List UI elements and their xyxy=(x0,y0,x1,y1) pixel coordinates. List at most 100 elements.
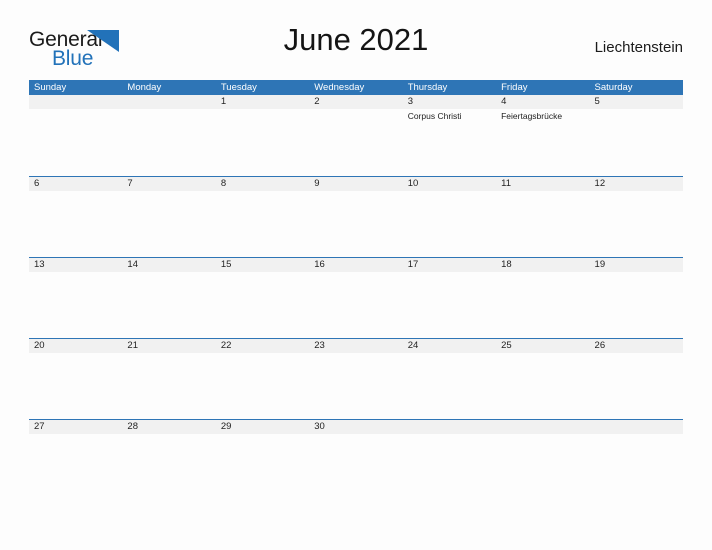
day-number-empty xyxy=(496,420,589,434)
day-number[interactable]: 12 xyxy=(590,177,683,191)
day-number[interactable]: 4 xyxy=(496,95,589,109)
day-events-row xyxy=(29,272,683,338)
day-cell[interactable] xyxy=(309,191,402,257)
weekday-header-tuesday: Tuesday xyxy=(220,82,257,93)
day-cell[interactable] xyxy=(403,272,496,338)
day-cell[interactable] xyxy=(216,191,309,257)
day-number-empty xyxy=(403,420,496,434)
day-number-band: 27 28 29 30 xyxy=(29,420,683,434)
country-label: Liechtenstein xyxy=(594,39,683,56)
day-number-band: 6 7 8 9 10 11 12 xyxy=(29,177,683,191)
day-cell[interactable] xyxy=(122,434,215,500)
day-number[interactable]: 2 xyxy=(309,95,402,109)
weekday-header-sunday: Sunday xyxy=(34,82,67,93)
day-cell[interactable] xyxy=(590,272,683,338)
weekday-header-friday: Friday xyxy=(501,82,528,93)
day-events-row: Corpus Christi Feiertagsbrücke xyxy=(29,109,683,175)
weekday-header-wednesday: Wednesday xyxy=(314,82,365,93)
day-number-empty xyxy=(29,95,122,109)
day-cell[interactable] xyxy=(309,434,402,500)
day-cell[interactable] xyxy=(496,353,589,419)
page-header: General Blue June 2021 Liechtenstein xyxy=(0,22,712,72)
calendar-week-row: 13 14 15 16 17 18 19 xyxy=(29,257,683,338)
day-cell[interactable]: Corpus Christi xyxy=(403,109,496,175)
day-events-row xyxy=(29,434,683,500)
day-number[interactable]: 26 xyxy=(590,339,683,353)
day-events-row xyxy=(29,353,683,419)
calendar-grid: Sunday Monday Tuesday Wednesday Thursday Frid… xyxy=(29,80,683,500)
holiday-label: Feiertagsbrücke xyxy=(501,111,563,121)
day-number[interactable]: 27 xyxy=(29,420,122,434)
weekday-header-monday: Monday xyxy=(127,82,162,93)
day-number[interactable]: 23 xyxy=(309,339,402,353)
day-number[interactable]: 10 xyxy=(403,177,496,191)
day-number[interactable]: 25 xyxy=(496,339,589,353)
day-number[interactable]: 3 xyxy=(403,95,496,109)
weekday-header-row: Sunday Monday Tuesday Wednesday Thursday Frid… xyxy=(29,80,683,95)
day-cell[interactable] xyxy=(122,353,215,419)
weekday-header-saturday: Saturday xyxy=(594,82,633,93)
day-cell[interactable] xyxy=(216,434,309,500)
calendar-week-row: 27 28 29 30 xyxy=(29,419,683,500)
day-cell xyxy=(403,434,496,500)
day-number[interactable]: 21 xyxy=(122,339,215,353)
day-cell[interactable] xyxy=(216,272,309,338)
day-number[interactable]: 28 xyxy=(122,420,215,434)
calendar-weeks: 1 2 3 4 5 Corpus Christi Feiertagsbrücke 6 7 8 9 10… xyxy=(29,95,683,500)
day-cell[interactable] xyxy=(496,272,589,338)
day-cell xyxy=(122,109,215,175)
day-number[interactable]: 9 xyxy=(309,177,402,191)
day-number[interactable]: 6 xyxy=(29,177,122,191)
day-cell xyxy=(496,434,589,500)
day-number[interactable]: 11 xyxy=(496,177,589,191)
day-cell xyxy=(590,434,683,500)
day-cell[interactable] xyxy=(29,353,122,419)
day-number[interactable]: 20 xyxy=(29,339,122,353)
weekday-header-thursday: Thursday xyxy=(407,82,448,93)
day-cell[interactable] xyxy=(590,191,683,257)
day-cell[interactable] xyxy=(309,272,402,338)
day-number[interactable]: 22 xyxy=(216,339,309,353)
day-cell[interactable] xyxy=(122,191,215,257)
day-number[interactable]: 29 xyxy=(216,420,309,434)
day-number[interactable]: 1 xyxy=(216,95,309,109)
day-cell[interactable] xyxy=(29,191,122,257)
day-cell[interactable] xyxy=(122,272,215,338)
day-number-band: 20 21 22 23 24 25 26 xyxy=(29,339,683,353)
holiday-label: Corpus Christi xyxy=(407,111,462,121)
day-cell[interactable]: Feiertagsbrücke xyxy=(496,109,589,175)
day-number-empty xyxy=(122,95,215,109)
day-cell[interactable] xyxy=(496,191,589,257)
day-cell[interactable] xyxy=(403,353,496,419)
day-number[interactable]: 16 xyxy=(309,258,402,272)
day-cell xyxy=(29,109,122,175)
day-cell[interactable] xyxy=(216,353,309,419)
day-number[interactable]: 18 xyxy=(496,258,589,272)
day-cell[interactable] xyxy=(590,109,683,175)
day-number[interactable]: 14 xyxy=(122,258,215,272)
day-cell[interactable] xyxy=(29,272,122,338)
day-cell[interactable] xyxy=(590,353,683,419)
day-number-empty xyxy=(590,420,683,434)
calendar-week-row: 6 7 8 9 10 11 12 xyxy=(29,176,683,257)
day-number-band: 12345 xyxy=(29,95,683,109)
day-number[interactable]: 19 xyxy=(590,258,683,272)
day-cell[interactable] xyxy=(309,109,402,175)
day-number[interactable]: 13 xyxy=(29,258,122,272)
day-cell[interactable] xyxy=(403,191,496,257)
day-events-row xyxy=(29,191,683,257)
day-number[interactable]: 24 xyxy=(403,339,496,353)
day-number[interactable]: 5 xyxy=(590,95,683,109)
day-cell[interactable] xyxy=(29,434,122,500)
day-cell[interactable] xyxy=(309,353,402,419)
calendar-week-row: 20 21 22 23 24 25 26 xyxy=(29,338,683,419)
calendar-week-row: 1 2 3 4 5 Corpus Christi Feiertagsbrücke xyxy=(29,95,683,176)
day-number-band: 13 14 15 16 17 18 19 xyxy=(29,258,683,272)
day-cell[interactable] xyxy=(216,109,309,175)
day-number[interactable]: 7 xyxy=(122,177,215,191)
calendar-page: General Blue June 2021 Liechtenstein Sun… xyxy=(0,0,712,550)
day-number[interactable]: 15 xyxy=(216,258,309,272)
day-number[interactable]: 8 xyxy=(216,177,309,191)
day-number[interactable]: 17 xyxy=(403,258,496,272)
day-number[interactable]: 30 xyxy=(309,420,402,434)
